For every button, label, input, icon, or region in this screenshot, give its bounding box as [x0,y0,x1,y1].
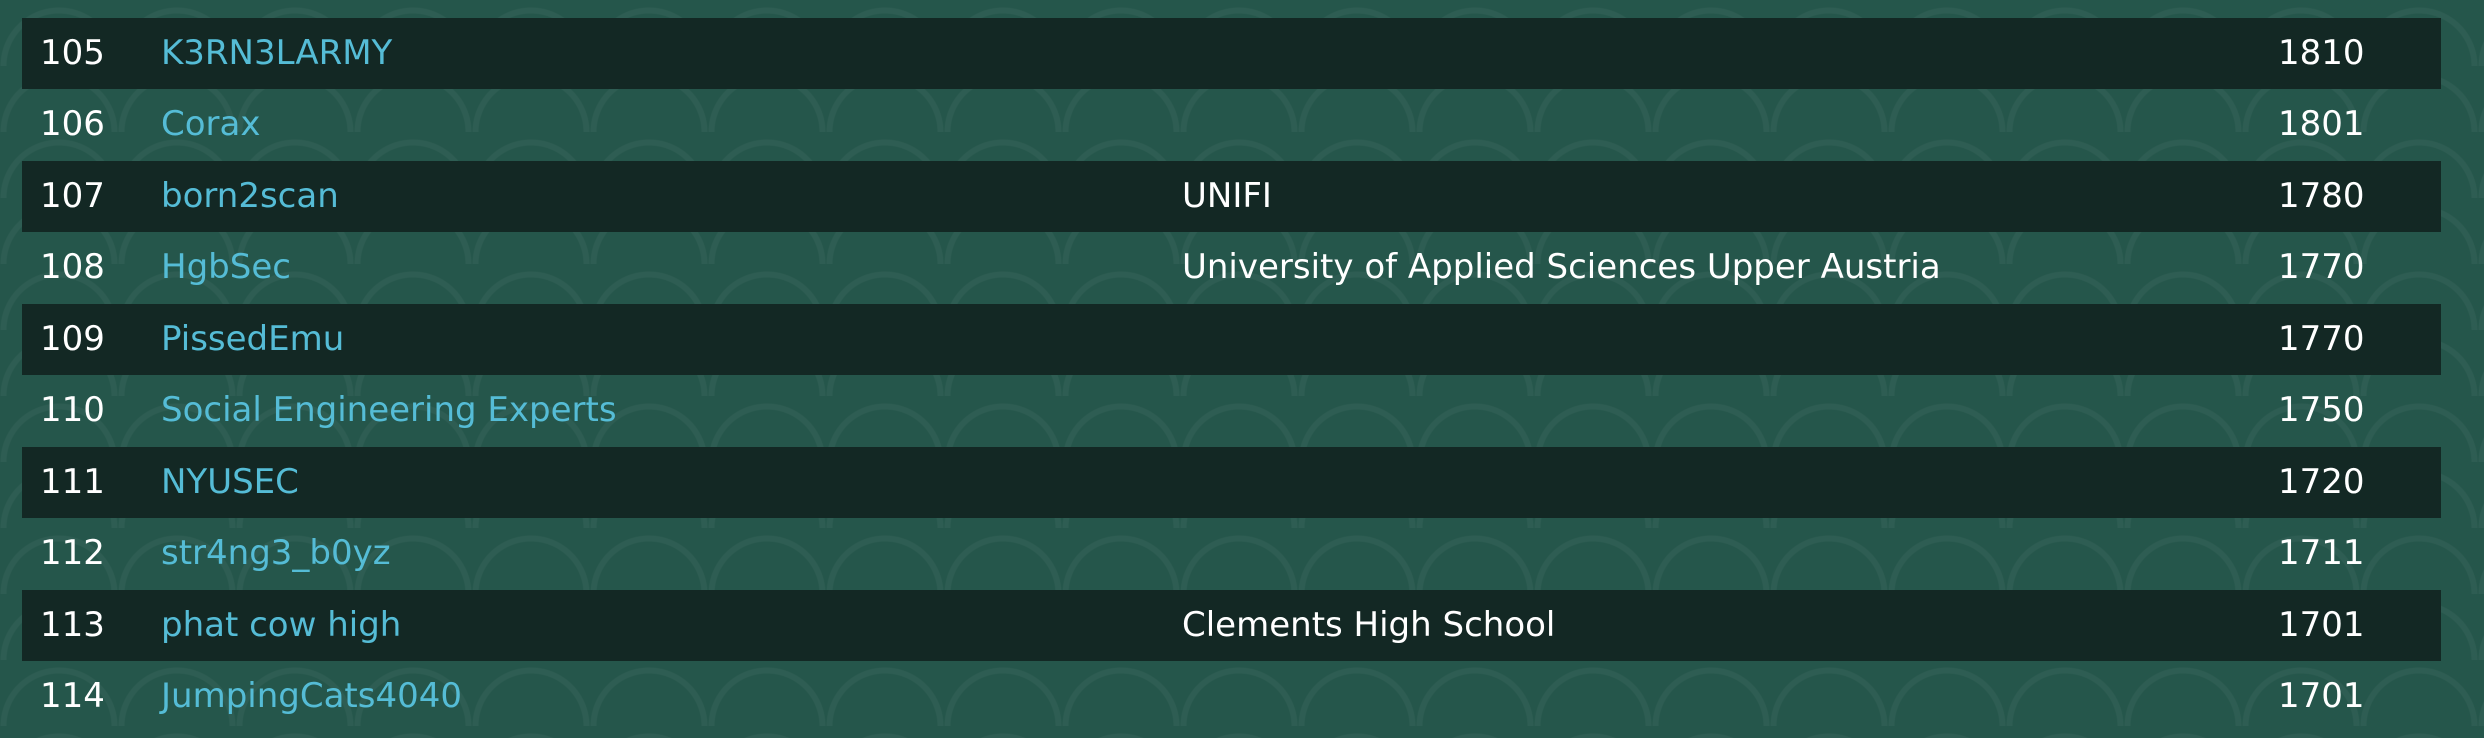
rank-cell: 110 [40,390,105,430]
team-link[interactable]: JumpingCats4040 [161,661,462,733]
rank-cell: 109 [40,318,105,359]
rank-cell: 112 [40,533,105,573]
rank-cell: 106 [40,104,105,144]
score-cell: 1801 [2278,104,2365,144]
score-cell: 1810 [2278,32,2365,73]
table-row: 106 Corax 1801 [22,89,2441,161]
team-link[interactable]: born2scan [161,161,339,233]
table-row: 112 str4ng3_b0yz 1711 [22,518,2441,590]
team-link[interactable]: PissedEmu [161,304,344,376]
table-row: 111 NYUSEC 1720 [22,446,2441,519]
table-row: 107 born2scan UNIFI 1780 [22,160,2441,233]
score-cell: 1711 [2278,533,2365,573]
rank-cell: 114 [40,676,105,716]
score-cell: 1780 [2278,175,2365,216]
score-cell: 1770 [2278,247,2365,287]
affiliation-cell: Clements High School [1182,604,1556,645]
team-link[interactable]: K3RN3LARMY [161,18,392,90]
rank-cell: 113 [40,604,105,645]
team-link[interactable]: HgbSec [161,232,291,304]
affiliation-cell: University of Applied Sciences Upper Aus… [1182,247,1941,287]
rank-cell: 111 [40,461,105,502]
table-row: 108 HgbSec University of Applied Science… [22,232,2441,304]
team-link[interactable]: Social Engineering Experts [161,375,617,447]
rank-cell: 107 [40,175,105,216]
score-cell: 1720 [2278,461,2365,502]
team-link[interactable]: NYUSEC [161,447,299,519]
table-row: 109 PissedEmu 1770 [22,303,2441,376]
table-row: 113 phat cow high Clements High School 1… [22,589,2441,662]
team-link[interactable]: phat cow high [161,590,401,662]
table-row-partial [22,0,2441,18]
score-cell: 1701 [2278,676,2365,716]
scoreboard-table: 105 K3RN3LARMY 1810 106 Corax 1801 107 b… [22,0,2441,733]
score-cell: 1750 [2278,390,2365,430]
rank-cell: 108 [40,247,105,287]
table-row: 110 Social Engineering Experts 1750 [22,375,2441,447]
affiliation-cell: UNIFI [1182,175,1272,216]
team-link[interactable]: Corax [161,89,260,161]
table-row: 114 JumpingCats4040 1701 [22,661,2441,733]
score-cell: 1701 [2278,604,2365,645]
team-link[interactable]: str4ng3_b0yz [161,518,391,590]
score-cell: 1770 [2278,318,2365,359]
table-row: 105 K3RN3LARMY 1810 [22,17,2441,90]
rank-cell: 105 [40,32,105,73]
